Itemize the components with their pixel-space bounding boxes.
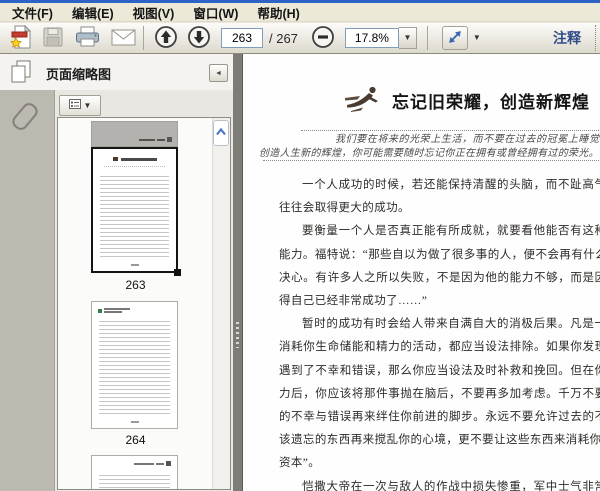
thumb-text-lines [99, 472, 170, 489]
paragraph: 恺撒大帝在一次与敌人的作战中损失惨重，军中士气非常低落。那天，他做了一个梦。 [302, 480, 600, 491]
chapter-title-row: 忘记旧荣耀，创造新辉煌 [343, 84, 590, 117]
thumbnail-label-264: 264 [125, 433, 146, 447]
collapse-panel-button[interactable]: ◄ [209, 64, 228, 82]
previous-page-button[interactable] [154, 25, 178, 52]
menu-item-window[interactable]: 窗口(W) [186, 2, 245, 23]
menu-bar: 文件(F) 编辑(E) 视图(V) 窗口(W) 帮助(H) [0, 3, 600, 22]
leaf-icon [98, 308, 102, 313]
chevron-up-icon [215, 124, 227, 142]
chapter-title: 忘记旧荣耀，创造新辉煌 [392, 93, 590, 112]
zoom-out-icon [311, 25, 335, 52]
thumbnails-panel: ▼ 263 264 [55, 90, 233, 491]
navigation-rail [0, 90, 55, 491]
building-icon [167, 137, 172, 142]
fit-screen-dropdown-button[interactable]: ▼ [473, 34, 481, 42]
page-thumbnails-tab[interactable] [7, 58, 35, 86]
thumbnail-page-263[interactable] [91, 147, 181, 276]
pages-icon [7, 60, 35, 90]
fit-screen-button[interactable] [441, 26, 468, 50]
building-icon [166, 461, 171, 466]
thumbnail-page-265-partial[interactable] [91, 455, 178, 489]
page-up-icon [154, 25, 178, 52]
selection-resize-handle[interactable] [174, 269, 181, 276]
page-down-icon [187, 25, 211, 52]
save-button[interactable] [41, 25, 65, 52]
chevron-down-icon: ▼ [403, 33, 412, 42]
chevron-down-icon: ▼ [83, 100, 92, 110]
email-button[interactable] [110, 27, 137, 50]
body-text: 一个人成功的时候，若还能保持清醒的头脑，而不趾高气扬，便往往会取得更大的成功。 … [279, 174, 600, 491]
zoom-level-input[interactable]: 17.8% [344, 28, 399, 48]
thumbnail-scrollbar[interactable] [212, 118, 230, 489]
zoom-out-button[interactable] [311, 25, 335, 52]
toolbar-separator [143, 26, 144, 50]
document-view: 忘记旧荣耀，创造新辉煌 我们要在将来的光荣上生活，而不要在过去的冠冕上睡觉。为了… [242, 54, 600, 491]
paragraph: 要衡量一个人是否真正能有所成就，就要看他能否有这种承受的能力。福特说：“那些自以… [279, 225, 600, 308]
zoom-level-value: 17.8% [354, 31, 389, 45]
thumb-header [98, 308, 130, 313]
thumbnail-page-262-partial[interactable] [91, 121, 178, 147]
thumbnail-page-264[interactable] [91, 301, 178, 429]
toolbar-separator [426, 26, 428, 50]
email-icon [110, 27, 137, 50]
thumb-text-lines [99, 318, 170, 416]
thumbnail-label-263: 263 [125, 278, 146, 292]
zoom-dropdown-button[interactable]: ▼ [398, 27, 417, 49]
dotted-rule [263, 160, 600, 161]
menu-item-file[interactable]: 文件(F) [5, 2, 60, 23]
page-number-input[interactable] [221, 28, 263, 48]
thumb-header [134, 461, 171, 466]
create-pdf-icon [8, 24, 34, 53]
thumb-footer-text [139, 137, 172, 142]
thumbnail-list: 263 264 [57, 117, 231, 490]
flying-man-icon [343, 84, 383, 117]
toolbar: / 267 17.8% ▼ ▼ 注释 [0, 23, 600, 54]
toolbar-dotted-separator [595, 25, 596, 51]
menu-item-edit[interactable]: 编辑(E) [65, 2, 121, 23]
thumb-page-footer [130, 421, 139, 423]
menu-item-view[interactable]: 视图(V) [126, 2, 182, 23]
splitter-grip[interactable] [236, 322, 239, 348]
print-icon [74, 25, 101, 52]
thumb-title-row [93, 157, 176, 161]
attachments-tab[interactable] [9, 100, 41, 133]
next-page-button[interactable] [187, 25, 211, 52]
thumb-page-footer [130, 264, 139, 266]
page-total-label: / 267 [269, 30, 298, 46]
panel-title: 页面缩略图 [46, 67, 112, 82]
thumb-divider [104, 166, 165, 167]
print-button[interactable] [74, 25, 101, 52]
thumbnails-panel-header: 页面缩略图 ◄ [0, 54, 233, 90]
thumb-text-lines [100, 173, 169, 257]
fit-screen-icon [445, 27, 465, 50]
panel-splitter[interactable] [233, 54, 242, 491]
save-icon [41, 25, 65, 52]
comments-panel-button[interactable]: 注释 [553, 28, 581, 48]
scroll-up-button[interactable] [213, 120, 229, 146]
list-options-icon [68, 97, 81, 115]
paragraph: 暂时的成功有时会给人带来自满自大的消极后果。凡是一切足以消耗你生命储能和精力的活… [279, 318, 600, 470]
dotted-rule [301, 130, 600, 131]
thumbnail-options-button[interactable]: ▼ [59, 95, 101, 116]
chapter-epigraph: 我们要在将来的光荣上生活，而不要在过去的冠冕上睡觉。为了创造人生新的辉煌，你可能… [259, 134, 600, 159]
paragraph: 一个人成功的时候，若还能保持清醒的头脑，而不趾高气扬，便往往会取得更大的成功。 [279, 179, 600, 215]
flying-man-icon [112, 157, 118, 161]
create-pdf-button[interactable] [8, 24, 34, 53]
menu-item-help[interactable]: 帮助(H) [250, 2, 306, 23]
